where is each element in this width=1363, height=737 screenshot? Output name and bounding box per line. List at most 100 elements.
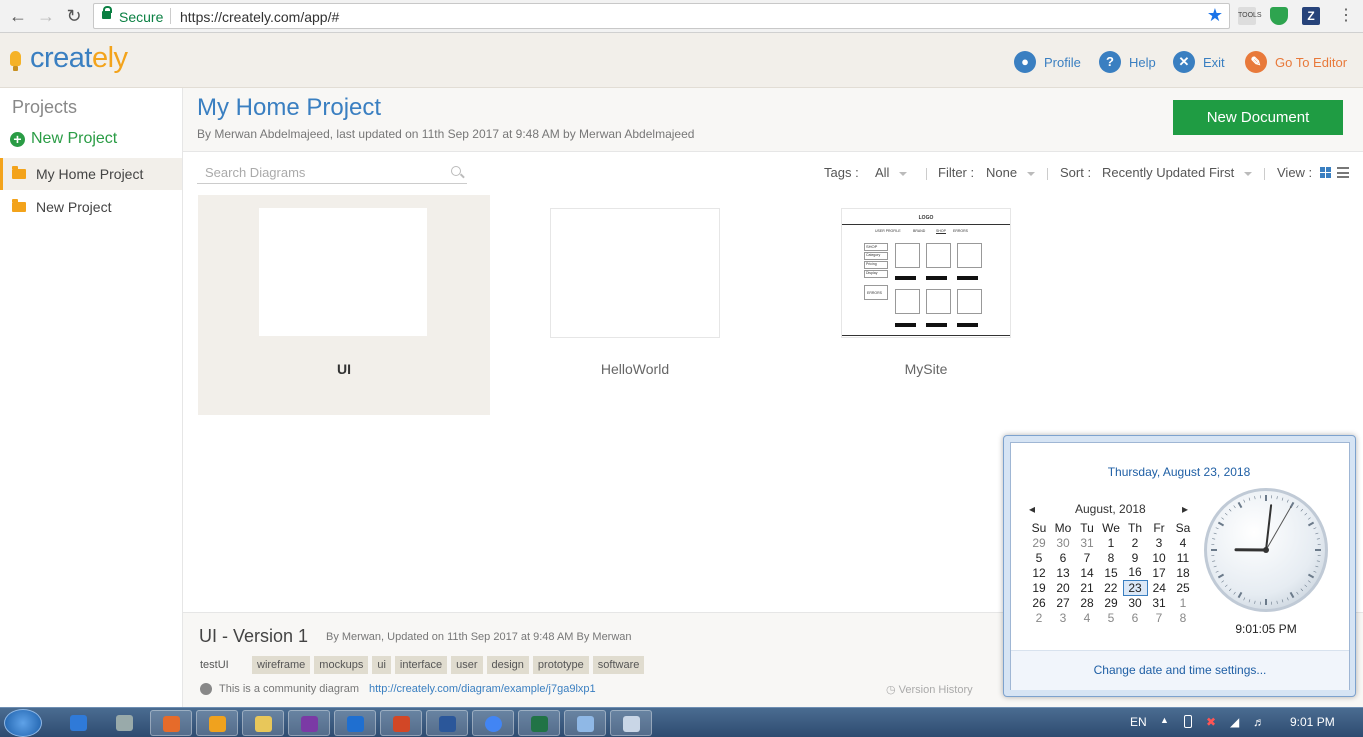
- tag[interactable]: software: [592, 656, 645, 674]
- sidebar-item-my-home-project[interactable]: My Home Project: [0, 158, 182, 190]
- sidebar-item-new-project[interactable]: New Project: [0, 191, 182, 223]
- language-indicator[interactable]: EN: [1130, 715, 1147, 729]
- calendar-day[interactable]: 5: [1027, 550, 1051, 565]
- tags-select[interactable]: All: [875, 165, 908, 180]
- user-icon[interactable]: [104, 710, 146, 736]
- forward-button[interactable]: →: [36, 6, 56, 26]
- list-view-icon[interactable]: [1337, 167, 1349, 178]
- search-icon[interactable]: [451, 166, 461, 176]
- explorer-icon[interactable]: [242, 710, 284, 736]
- profile-link[interactable]: ● Profile: [1014, 50, 1081, 74]
- calendar-day[interactable]: 24: [1147, 580, 1171, 595]
- calendar-day[interactable]: 9: [1123, 550, 1147, 565]
- tag[interactable]: design: [486, 656, 529, 674]
- chrome-icon[interactable]: [472, 710, 514, 736]
- paint-icon[interactable]: [610, 710, 652, 736]
- folder-icon[interactable]: [564, 710, 606, 736]
- calendar-day[interactable]: 29: [1027, 535, 1051, 550]
- calendar-day[interactable]: 29: [1099, 595, 1123, 610]
- calendar-day[interactable]: 5: [1099, 610, 1123, 625]
- calendar-day[interactable]: 3: [1051, 610, 1075, 625]
- flag-icon[interactable]: ✖: [1206, 715, 1216, 729]
- tag[interactable]: mockups: [314, 656, 369, 674]
- calendar-day[interactable]: 19: [1027, 580, 1051, 595]
- creately-logo[interactable]: creately: [30, 42, 128, 75]
- calendar-day[interactable]: 27: [1051, 595, 1075, 610]
- calendar-day[interactable]: 6: [1123, 610, 1147, 625]
- calendar-day[interactable]: 14: [1075, 565, 1099, 580]
- volume-icon[interactable]: ♬: [1253, 715, 1265, 729]
- shield-extension-icon[interactable]: [1270, 7, 1288, 25]
- onenote-icon[interactable]: [288, 710, 330, 736]
- word-icon[interactable]: [426, 710, 468, 736]
- calendar-day[interactable]: 20: [1051, 580, 1075, 595]
- calendar-day[interactable]: 6: [1051, 550, 1075, 565]
- reload-button[interactable]: ↻: [64, 6, 84, 26]
- month-title[interactable]: August, 2018: [1075, 502, 1146, 516]
- grid-view-icon[interactable]: [1320, 167, 1331, 178]
- calendar-day[interactable]: 2: [1027, 610, 1051, 625]
- change-date-time-settings-link[interactable]: Change date and time settings...: [1011, 663, 1349, 677]
- calendar-day[interactable]: 3: [1147, 535, 1171, 550]
- calendar-day[interactable]: 4: [1171, 535, 1195, 550]
- filter-select[interactable]: None: [986, 165, 1036, 180]
- long-date-link[interactable]: Thursday, August 23, 2018: [1011, 465, 1347, 479]
- calendar-day[interactable]: 7: [1147, 610, 1171, 625]
- calendar-day[interactable]: 30: [1051, 535, 1075, 550]
- tag[interactable]: prototype: [532, 656, 589, 674]
- calendar-day[interactable]: 22: [1099, 580, 1123, 595]
- exit-link[interactable]: ✕ Exit: [1173, 50, 1225, 74]
- media-icon[interactable]: [196, 710, 238, 736]
- prev-month-button[interactable]: ◂: [1029, 502, 1035, 516]
- new-document-button[interactable]: New Document: [1173, 100, 1343, 135]
- network-icon[interactable]: ◢: [1230, 715, 1239, 729]
- calendar-day[interactable]: 13: [1051, 565, 1075, 580]
- taskbar-clock[interactable]: 9:01 PM: [1290, 715, 1335, 729]
- calendar-day[interactable]: 7: [1075, 550, 1099, 565]
- back-button[interactable]: ←: [8, 6, 28, 26]
- url-text[interactable]: https://creately.com/app/#: [180, 9, 339, 25]
- calendar-day[interactable]: 25: [1171, 580, 1195, 595]
- calendar-day[interactable]: 21: [1075, 580, 1099, 595]
- community-link[interactable]: http://creately.com/diagram/example/j7ga…: [369, 683, 596, 695]
- calendar-day[interactable]: 10: [1147, 550, 1171, 565]
- document-card-ui[interactable]: UI: [198, 195, 490, 415]
- address-bar[interactable]: Secure https://creately.com/app/# ★: [93, 3, 1230, 29]
- sort-select[interactable]: Recently Updated First: [1102, 165, 1253, 180]
- calendar-day[interactable]: 2: [1123, 535, 1147, 550]
- calendar-day[interactable]: 31: [1147, 595, 1171, 610]
- calendar-day[interactable]: 18: [1171, 565, 1195, 580]
- document-card-helloworld[interactable]: HelloWorld: [489, 195, 781, 415]
- tag[interactable]: ui: [372, 656, 391, 674]
- firefox-icon[interactable]: [150, 710, 192, 736]
- calendar-day[interactable]: 15: [1099, 565, 1123, 580]
- calendar-day[interactable]: 28: [1075, 595, 1099, 610]
- calendar-day[interactable]: 17: [1147, 565, 1171, 580]
- calendar-day[interactable]: 16: [1123, 565, 1147, 580]
- calendar-day[interactable]: 8: [1099, 550, 1123, 565]
- excel-icon[interactable]: [518, 710, 560, 736]
- ie-icon[interactable]: [58, 710, 100, 736]
- tag[interactable]: user: [451, 656, 483, 674]
- bookmark-star-icon[interactable]: ★: [1207, 5, 1223, 26]
- next-month-button[interactable]: ▸: [1182, 502, 1188, 516]
- calendar-day[interactable]: 26: [1027, 595, 1051, 610]
- battery-icon[interactable]: [1184, 715, 1192, 728]
- calendar-day[interactable]: 11: [1171, 550, 1195, 565]
- tag[interactable]: wireframe: [252, 656, 311, 674]
- show-hidden-icons-icon[interactable]: ▲: [1160, 715, 1169, 725]
- tag[interactable]: interface: [394, 656, 448, 674]
- menu-icon[interactable]: ⋮: [1336, 6, 1356, 26]
- tools-extension-icon[interactable]: TOOLS: [1238, 7, 1262, 25]
- start-button[interactable]: [4, 709, 42, 737]
- help-link[interactable]: ? Help: [1099, 50, 1156, 74]
- z-extension-icon[interactable]: Z: [1302, 7, 1320, 25]
- calendar-day[interactable]: 12: [1027, 565, 1051, 580]
- calendar-day[interactable]: 8: [1171, 610, 1195, 625]
- calendar-day[interactable]: 4: [1075, 610, 1099, 625]
- document-card-mysite[interactable]: LOGO USER PROFILE BRAND SHOP ERRORS SHOP…: [780, 195, 1072, 415]
- calendar-day[interactable]: 1: [1171, 595, 1195, 610]
- search-input[interactable]: [197, 162, 437, 182]
- new-project-button[interactable]: + New Project: [10, 130, 117, 148]
- powerpoint-icon[interactable]: [380, 710, 422, 736]
